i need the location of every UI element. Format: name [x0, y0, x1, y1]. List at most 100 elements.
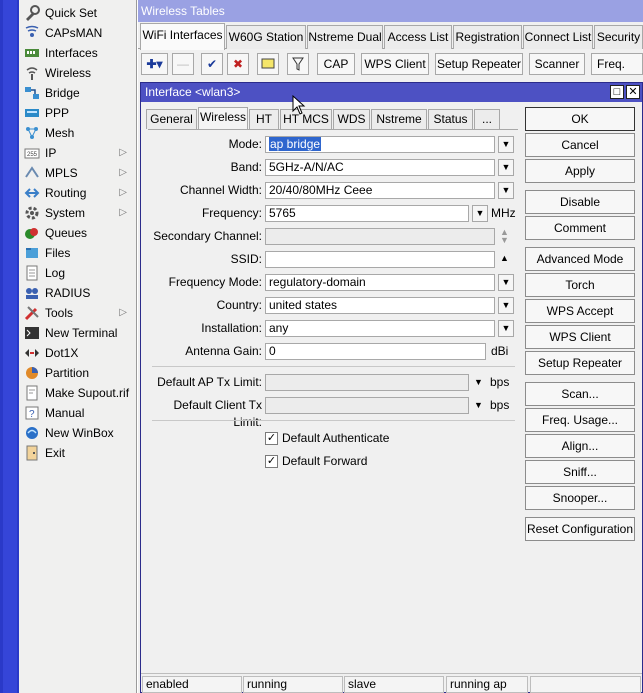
wps-accept-button[interactable]: WPS Accept [525, 299, 635, 323]
secondary-channel-spinner-icon[interactable]: ▲ ▼ [500, 228, 509, 245]
tab-wds[interactable]: WDS [333, 109, 370, 129]
disable-button[interactable]: ✖ [227, 53, 249, 75]
cancel-button[interactable]: Cancel [525, 133, 635, 157]
window-title: Wireless Tables [138, 0, 643, 22]
setup-repeater-button[interactable]: Setup Repeater [435, 53, 523, 75]
menu-item-ip[interactable]: 255 IP ▷ [19, 143, 137, 163]
default-forward-checkbox[interactable]: ✓ [265, 455, 278, 468]
cap-button[interactable]: CAP [317, 53, 355, 75]
mode-select[interactable]: ap bridge [265, 136, 495, 153]
filter-icon [292, 57, 304, 71]
frequency-mode-dropdown-button[interactable]: ▼ [498, 274, 514, 291]
scanner-button[interactable]: Scanner [529, 53, 585, 75]
menu-item-radius[interactable]: RADIUS [19, 283, 137, 303]
scan-button[interactable]: Scan... [525, 382, 635, 406]
tab-access-list[interactable]: Access List [384, 25, 452, 49]
close-button[interactable]: ✕ [626, 85, 640, 99]
default-ap-tx-limit-expand-icon[interactable]: ▼ [474, 374, 483, 391]
tab-security[interactable]: Security [594, 25, 643, 49]
default-ap-tx-limit-input[interactable] [265, 374, 469, 391]
frequency-dropdown-button[interactable]: ▼ [472, 205, 488, 222]
snooper-button[interactable]: Snooper... [525, 486, 635, 510]
ok-button[interactable]: OK [525, 107, 635, 131]
tab-wifi-interfaces[interactable]: WiFi Interfaces [140, 23, 225, 50]
menu-item-exit[interactable]: Exit [19, 443, 137, 463]
wireless-form: Mode: ap bridge ▼ Band: 5GHz-A/N/AC ▼ Ch… [148, 129, 518, 669]
system-icon [24, 205, 40, 221]
interfaces-icon [24, 45, 40, 61]
country-select[interactable]: united states [265, 297, 495, 314]
filter-button[interactable] [287, 53, 309, 75]
frequency-mode-select[interactable]: regulatory-domain [265, 274, 495, 291]
menu-item-new-winbox[interactable]: New WinBox [19, 423, 137, 443]
menu-item-routing[interactable]: Routing ▷ [19, 183, 137, 203]
freq-usage-dialog-button[interactable]: Freq. Usage... [525, 408, 635, 432]
menu-item-mpls[interactable]: MPLS ▷ [19, 163, 137, 183]
align-button[interactable]: Align... [525, 434, 635, 458]
tab-w60g-station[interactable]: W60G Station [226, 25, 306, 49]
secondary-channel-select[interactable] [265, 228, 495, 245]
torch-button[interactable]: Torch [525, 273, 635, 297]
ssid-collapse-icon[interactable]: ▲ [500, 250, 509, 267]
comment-button[interactable] [257, 53, 279, 75]
tab-nstreme[interactable]: Nstreme [371, 109, 427, 129]
reset-configuration-button[interactable]: Reset Configuration [525, 517, 635, 541]
tab-ht-mcs[interactable]: HT MCS [280, 109, 332, 129]
setup-repeater-dialog-button[interactable]: Setup Repeater [525, 351, 635, 375]
installation-select[interactable]: any [265, 320, 495, 337]
menu-label: Quick Set [45, 6, 98, 20]
apply-button[interactable]: Apply [525, 159, 635, 183]
default-client-tx-limit-input[interactable] [265, 397, 469, 414]
menu-item-wireless[interactable]: Wireless [19, 63, 137, 83]
menu-item-log[interactable]: Log [19, 263, 137, 283]
menu-item-make-supout[interactable]: Make Supout.rif [19, 383, 137, 403]
menu-item-tools[interactable]: Tools ▷ [19, 303, 137, 323]
menu-item-interfaces[interactable]: Interfaces [19, 43, 137, 63]
submenu-arrow-icon: ▷ [119, 207, 127, 218]
ssid-input[interactable] [265, 251, 495, 268]
menu-item-mesh[interactable]: Mesh [19, 123, 137, 143]
remove-button[interactable]: — [172, 53, 194, 75]
installation-dropdown-button[interactable]: ▼ [498, 320, 514, 337]
secondary-channel-label: Secondary Channel: [153, 229, 262, 243]
default-client-tx-limit-expand-icon[interactable]: ▼ [474, 397, 483, 414]
tab-status[interactable]: Status [428, 109, 473, 129]
comment-dialog-button[interactable]: Comment [525, 216, 635, 240]
sniff-button[interactable]: Sniff... [525, 460, 635, 484]
add-button[interactable]: ✚▾ [141, 53, 168, 75]
menu-item-quick-set[interactable]: Quick Set [19, 3, 137, 23]
enable-button[interactable]: ✔ [201, 53, 223, 75]
menu-item-bridge[interactable]: Bridge [19, 83, 137, 103]
tab-connect-list[interactable]: Connect List [523, 25, 593, 49]
menu-item-manual[interactable]: ? Manual [19, 403, 137, 423]
channel-width-dropdown-button[interactable]: ▼ [498, 182, 514, 199]
antenna-gain-input[interactable]: 0 [265, 343, 486, 360]
advanced-mode-button[interactable]: Advanced Mode [525, 247, 635, 271]
country-dropdown-button[interactable]: ▼ [498, 297, 514, 314]
menu-item-capsman[interactable]: CAPsMAN [19, 23, 137, 43]
maximize-button[interactable]: □ [610, 85, 624, 99]
frequency-select[interactable]: 5765 [265, 205, 469, 222]
tab-nstreme-dual[interactable]: Nstreme Dual [307, 25, 383, 49]
wps-client-dialog-button[interactable]: WPS Client [525, 325, 635, 349]
menu-item-partition[interactable]: Partition [19, 363, 137, 383]
menu-item-files[interactable]: Files [19, 243, 137, 263]
menu-item-new-terminal[interactable]: New Terminal [19, 323, 137, 343]
wps-client-button[interactable]: WPS Client [361, 53, 429, 75]
default-authenticate-checkbox[interactable]: ✓ [265, 432, 278, 445]
band-select[interactable]: 5GHz-A/N/AC [265, 159, 495, 176]
tab-ht[interactable]: HT [249, 109, 279, 129]
tab-wireless[interactable]: Wireless [198, 107, 248, 130]
menu-item-dot1x[interactable]: Dot1X [19, 343, 137, 363]
menu-item-system[interactable]: System ▷ [19, 203, 137, 223]
band-dropdown-button[interactable]: ▼ [498, 159, 514, 176]
disable-dialog-button[interactable]: Disable [525, 190, 635, 214]
tab-registration[interactable]: Registration [453, 25, 522, 49]
menu-item-ppp[interactable]: PPP [19, 103, 137, 123]
menu-item-queues[interactable]: Queues [19, 223, 137, 243]
tab-general[interactable]: General [146, 109, 197, 129]
mode-dropdown-button[interactable]: ▼ [498, 136, 514, 153]
tab-more[interactable]: ... [474, 109, 500, 129]
freq-usage-button[interactable]: Freq. Usa [591, 53, 643, 75]
channel-width-select[interactable]: 20/40/80MHz Ceee [265, 182, 495, 199]
